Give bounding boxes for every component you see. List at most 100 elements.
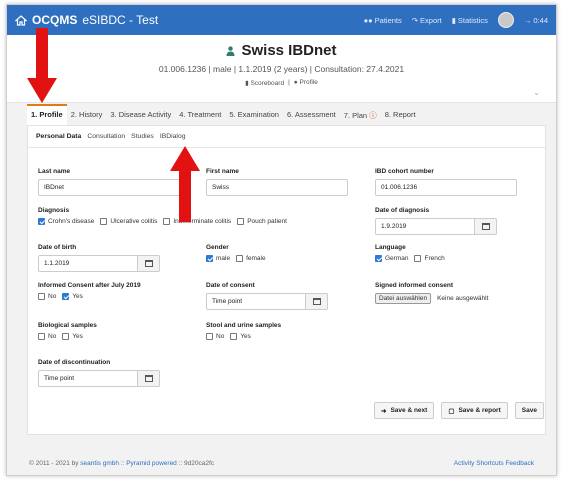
nav-statistics-label: Statistics (457, 15, 488, 25)
nav-statistics[interactable]: ▮ Statistics (452, 16, 488, 25)
calendar-button[interactable] (138, 370, 160, 387)
main-tabs: 1. Profile 2. History 3. Disease Activit… (27, 104, 420, 125)
subtabs: Personal Data Consultation Studies IBDia… (28, 126, 545, 148)
top-navbar: OCQMS eSIBDC - Test ●● Patients ↷ Export ▮… (7, 5, 556, 35)
bio-no[interactable]: No (38, 333, 56, 340)
file-status: Keine ausgewählt (437, 295, 489, 302)
discontinuation-input[interactable]: Time point (38, 370, 138, 387)
nav-export-label: Export (420, 15, 442, 25)
consent-yes[interactable]: Yes (62, 293, 83, 300)
consent-no[interactable]: No (38, 293, 56, 300)
subtab-consultation[interactable]: Consultation (87, 133, 125, 140)
option-label: No (48, 333, 57, 340)
option-label: No (216, 333, 225, 340)
stool-no[interactable]: No (206, 333, 224, 340)
biological-samples-label: Biological samples (38, 322, 97, 329)
diagnosis-uc[interactable]: Ulcerative colitis (100, 218, 157, 225)
stool-yes[interactable]: Yes (230, 333, 251, 340)
biological-samples-field: Biological samples No Yes (38, 322, 97, 340)
save-report-label: Save & report (458, 407, 501, 414)
avatar[interactable] (497, 12, 514, 28)
home-icon (15, 14, 27, 26)
users-icon: ●● (363, 15, 373, 25)
report-icon: ▢ (448, 407, 455, 415)
gender-female[interactable]: female (236, 255, 266, 262)
calendar-button[interactable] (306, 293, 328, 310)
last-name-input[interactable]: IBDnet (38, 179, 180, 196)
diagnosis-label: Diagnosis (38, 207, 70, 214)
footer: © 2011 - 2021 by seantis gmbh :: Pyramid… (29, 460, 534, 467)
tab-report[interactable]: 8. Report (381, 104, 420, 125)
footer-links[interactable]: Activity Shortcuts Feedback (454, 460, 534, 467)
pyramid-link[interactable]: Pyramid powered (126, 460, 177, 467)
checkbox (62, 333, 70, 340)
language-label: Language (375, 244, 406, 251)
checkbox (230, 333, 238, 340)
subtab-studies[interactable]: Studies (131, 133, 154, 140)
patient-links: ▮ Scoreboard | ● Profile (7, 79, 556, 87)
tab-treatment[interactable]: 4. Treatment (175, 104, 225, 125)
version-hash: 9d20ca2fc (184, 460, 215, 467)
subtab-personal-data[interactable]: Personal Data (36, 133, 81, 140)
nav-patients[interactable]: ●● Patients (364, 16, 402, 25)
calendar-button[interactable] (138, 255, 160, 272)
brand[interactable]: OCQMS eSIBDC - Test (15, 13, 158, 27)
language-french[interactable]: French (414, 255, 445, 262)
subtab-ibdialog[interactable]: IBDialog (160, 133, 186, 140)
tab-disease-activity[interactable]: 3. Disease Activity (106, 104, 175, 125)
form-actions: ➜ Save & next ▢ Save & report Save (374, 402, 544, 419)
date-of-consent-input[interactable]: Time point (206, 293, 306, 310)
footer-copyright: © 2011 - 2021 by (29, 460, 79, 467)
tab-profile[interactable]: 1. Profile (27, 104, 67, 125)
language-field: Language German French (375, 244, 445, 262)
nav-patients-label: Patients (374, 15, 402, 25)
checkbox (414, 255, 422, 262)
save-next-button[interactable]: ➜ Save & next (374, 402, 435, 419)
language-german[interactable]: German (375, 255, 408, 262)
save-report-button[interactable]: ▢ Save & report (441, 402, 508, 419)
calendar-icon (481, 223, 490, 230)
cohort-input[interactable]: 01.006.1236 (375, 179, 517, 196)
date-of-diagnosis-input[interactable]: 1.9.2019 (375, 218, 475, 235)
tab-examination[interactable]: 5. Examination (225, 104, 283, 125)
gender-label: Gender (206, 244, 229, 251)
bio-yes[interactable]: Yes (62, 333, 83, 340)
chevron-down-icon[interactable]: ⌄ (533, 88, 540, 97)
links-separator: | (288, 79, 290, 86)
calendar-icon (312, 298, 321, 305)
scoreboard-link[interactable]: ▮ Scoreboard (245, 79, 284, 87)
gender-male[interactable]: male (206, 255, 230, 262)
option-label: Ulcerative colitis (110, 218, 158, 225)
checkbox (38, 333, 45, 340)
save-button[interactable]: Save (514, 402, 544, 419)
diagnosis-pouch[interactable]: Pouch patient (237, 218, 287, 225)
first-name-field: First name Swiss (206, 168, 348, 196)
app-window: OCQMS eSIBDC - Test ●● Patients ↷ Export ▮… (6, 4, 557, 476)
red-arrow-up-icon (170, 146, 200, 222)
option-label: French (424, 255, 445, 262)
brand-subtitle: eSIBDC - Test (82, 13, 159, 27)
date-of-diagnosis-label: Date of diagnosis (375, 207, 430, 214)
option-label: Yes (72, 333, 83, 340)
diagnosis-crohn[interactable]: Crohn's disease (38, 218, 94, 225)
first-name-label: First name (206, 168, 239, 175)
calendar-button[interactable] (475, 218, 497, 235)
seantis-link[interactable]: seantis gmbh (80, 460, 119, 467)
arrow-right-icon: ➜ (381, 407, 387, 415)
nav-export[interactable]: ↷ Export (412, 16, 442, 25)
tab-assessment[interactable]: 6. Assessment (283, 104, 340, 125)
cohort-field: IBD cohort number 01.006.1236 (375, 168, 517, 196)
tab-history[interactable]: 2. History (67, 104, 107, 125)
option-label: Pouch patient (247, 218, 287, 225)
option-label: Yes (240, 333, 251, 340)
session-timer[interactable]: → 0:44 (524, 16, 548, 25)
dob-label: Date of birth (38, 244, 77, 251)
choose-file-button[interactable]: Datei auswählen (375, 293, 432, 304)
dob-input[interactable]: 1.1.2019 (38, 255, 138, 272)
logout-icon: → (523, 15, 532, 25)
brand-name: OCQMS (32, 13, 78, 27)
session-time-label: 0:44 (533, 15, 548, 25)
first-name-input[interactable]: Swiss (206, 179, 348, 196)
tab-plan[interactable]: 7. Plan ⓘ (340, 104, 381, 125)
profile-link[interactable]: ● Profile (294, 79, 318, 87)
